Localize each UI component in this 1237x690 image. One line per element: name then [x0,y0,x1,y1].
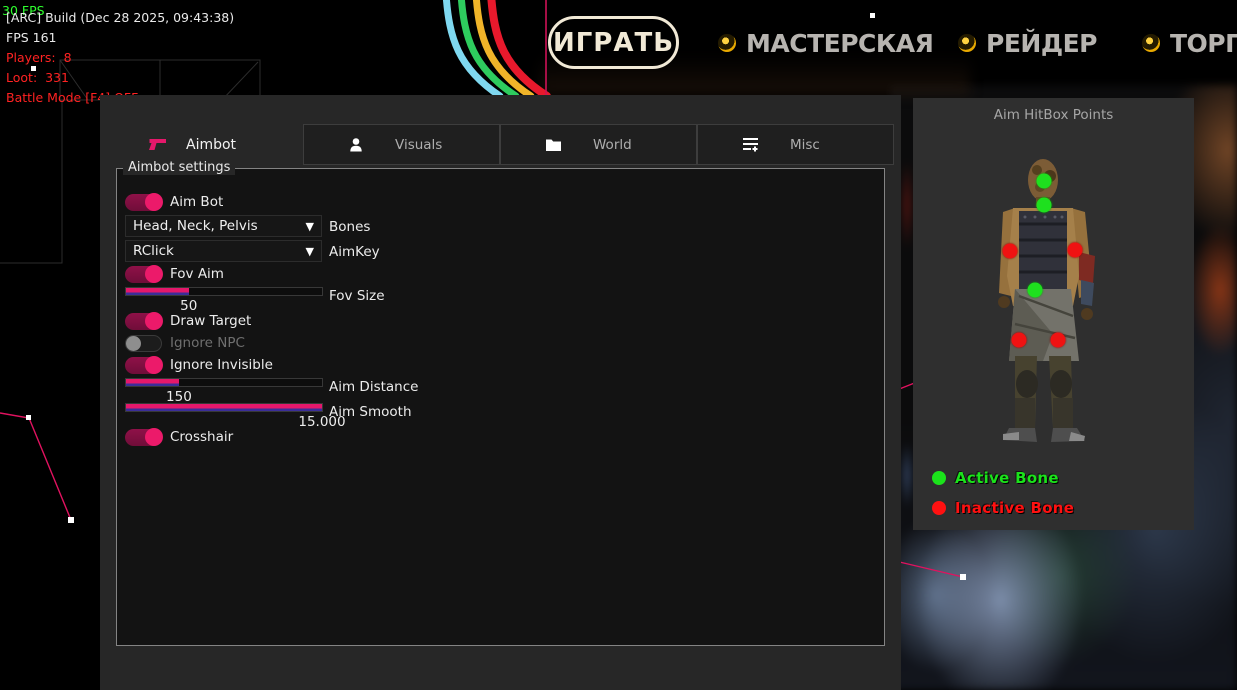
menu-item-label: МАСТЕРСКАЯ [746,29,933,58]
bone-point-neck [1037,198,1052,213]
toggle-knob [145,428,163,446]
aim-bot-row: Aim Bot [125,193,223,211]
toggle-knob [145,265,163,283]
coin-icon [1142,34,1160,52]
aim-bot-label: Aim Bot [170,194,223,210]
aimbot-settings-group: Aimbot settings Aim Bot Head, Neck, Pelv… [116,168,885,646]
menu-item-workshop[interactable]: МАСТЕРСКАЯ [718,28,933,58]
aim-bot-toggle[interactable] [125,194,162,211]
tab-world[interactable]: World [500,124,697,165]
draw-target-label: Draw Target [170,313,251,329]
bone-point-head [1037,174,1052,189]
caret-down-icon: ▼ [306,220,314,233]
game-top-menu: ИГРАТЬ МАСТЕРСКАЯ РЕЙДЕР ТОРГО [0,0,1237,95]
bone-point-right-shoulder [1068,243,1083,258]
person-icon [348,137,364,153]
ignore-npc-row: Ignore NPC [125,334,245,352]
tab-label: Misc [790,137,820,153]
ignore-invisible-toggle[interactable] [125,357,162,374]
tab-label: Visuals [395,137,442,153]
tab-misc[interactable]: Misc [697,124,894,165]
aim-distance-label: Aim Distance [329,379,418,395]
aim-smooth-label: Aim Smooth [329,404,412,420]
toggle-knob [145,356,163,374]
crosshair-toggle[interactable] [125,429,162,446]
toggle-knob [145,312,163,330]
bone-point-right-thigh [1051,333,1066,348]
tab-aimbot[interactable]: Aimbot [148,124,236,165]
draw-target-row: Draw Target [125,312,251,330]
bones-dropdown[interactable]: Head, Neck, Pelvis ▼ [125,215,322,237]
fov-aim-label: Fov Aim [170,266,224,282]
active-bone-dot-icon [932,471,946,485]
tab-label: World [593,137,632,153]
coin-icon [718,34,736,52]
legend-label: Inactive Bone [955,499,1074,517]
fov-aim-toggle[interactable] [125,266,162,283]
tab-visuals[interactable]: Visuals [303,124,500,165]
aim-smooth-slider[interactable]: 15.000 [125,403,323,412]
crosshair-row: Crosshair [125,428,233,446]
crosshair-label: Crosshair [170,429,233,445]
bone-point-left-thigh [1012,333,1027,348]
character-model [991,156,1111,451]
toggle-knob [145,193,163,211]
coin-icon [958,34,976,52]
hitbox-panel: Aim HitBox Points [913,98,1194,530]
cheat-menu-panel: Aimbot Visuals World Misc Aimbot setting… [100,95,901,690]
caret-down-icon: ▼ [306,245,314,258]
ignore-npc-toggle[interactable] [125,335,162,352]
fov-size-label: Fov Size [329,288,385,304]
bone-point-pelvis [1028,283,1043,298]
folder-icon [545,138,562,152]
tab-label: Aimbot [186,137,236,153]
bone-point-left-shoulder [1003,244,1018,259]
menu-item-label: ТОРГО [1170,29,1237,58]
inactive-bone-dot-icon [932,501,946,515]
menu-item-label: РЕЙДЕР [986,29,1097,58]
menu-item-trade[interactable]: ТОРГО [1142,28,1237,58]
play-button[interactable]: ИГРАТЬ [548,16,679,69]
legend-inactive-bone: Inactive Bone [932,500,1074,516]
draw-target-toggle[interactable] [125,313,162,330]
aimkey-dropdown[interactable]: RClick ▼ [125,240,322,262]
playlist-add-icon [742,137,759,152]
hitbox-panel-title: Aim HitBox Points [913,107,1194,123]
group-title: Aimbot settings [123,160,235,175]
toggle-knob [126,336,141,351]
menu-item-raider[interactable]: РЕЙДЕР [958,28,1097,58]
aimkey-dropdown-value: RClick [133,243,174,259]
ignore-npc-label: Ignore NPC [170,335,245,351]
pistol-icon [148,138,167,151]
aim-distance-slider[interactable]: 150 [125,378,323,387]
fov-aim-row: Fov Aim [125,265,224,283]
aimkey-label: AimKey [329,244,380,260]
legend-active-bone: Active Bone [932,470,1059,486]
fov-size-slider[interactable]: 50 [125,287,323,296]
ignore-invisible-label: Ignore Invisible [170,357,273,373]
slider-fill [126,379,179,386]
bones-label: Bones [329,219,370,235]
ignore-invisible-row: Ignore Invisible [125,356,273,374]
legend-label: Active Bone [955,469,1059,487]
slider-fill [126,404,322,411]
slider-fill [126,288,189,295]
bones-dropdown-value: Head, Neck, Pelvis [133,218,258,234]
